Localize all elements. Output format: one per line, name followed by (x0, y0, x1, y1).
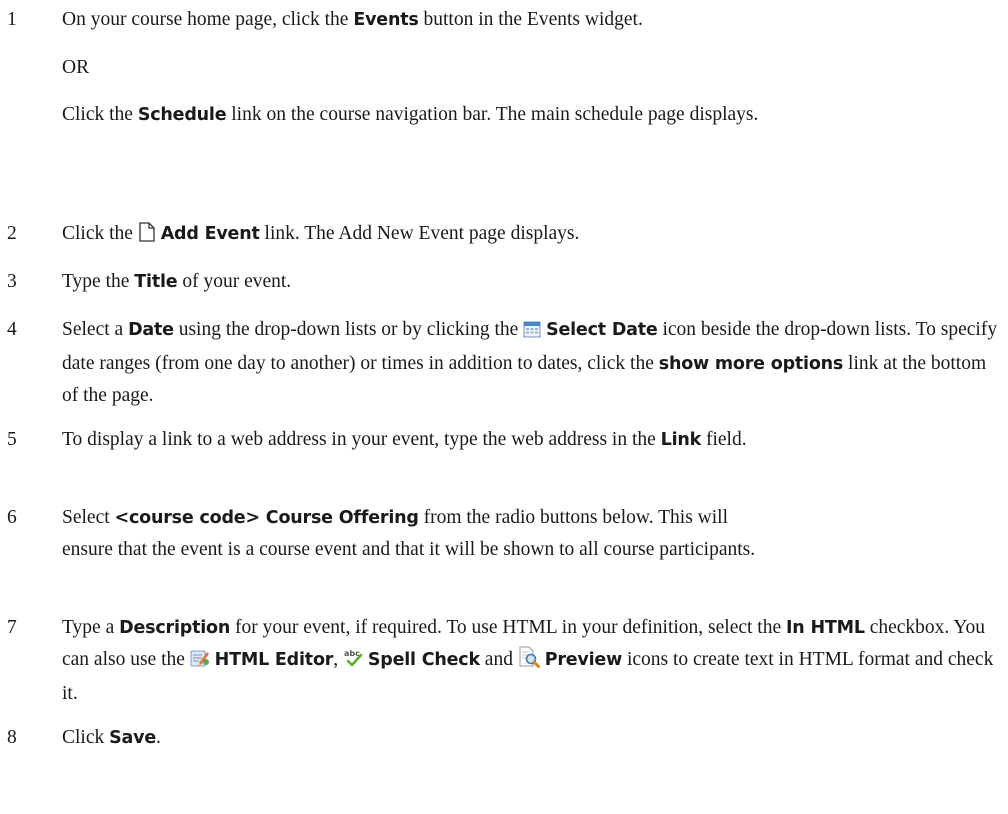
html-editor-icon (190, 647, 210, 678)
step-number: 2 (7, 223, 17, 244)
ui-term-html-editor: HTML Editor (214, 650, 334, 670)
step-number: 8 (7, 727, 17, 748)
ui-term-save: Save (109, 728, 157, 748)
ui-term-description: Description (119, 618, 231, 638)
ui-term-title: Title (134, 272, 178, 292)
step-number: 3 (7, 271, 17, 292)
step-line: On your course home page, click the Even… (62, 9, 643, 30)
step-text: Type a Description for your event, if re… (62, 617, 994, 704)
ui-term-in-html: In HTML (786, 618, 865, 638)
spell-check-icon: abc (343, 647, 363, 678)
ui-term-events: Events (353, 10, 419, 30)
preview-magnifier-icon (518, 646, 540, 678)
ui-term-schedule: Schedule (137, 105, 227, 125)
step-number: 7 (7, 617, 17, 638)
blank-page-icon (138, 221, 156, 252)
step-text: Click Save. (62, 727, 161, 748)
ui-term-link: Link (660, 430, 702, 450)
step-number: 1 (7, 9, 17, 30)
step-number: 6 (7, 507, 17, 528)
ui-term-show-more-options: show more options (658, 354, 844, 374)
calendar-icon (523, 317, 541, 348)
step-text: On your course home page, click the Even… (62, 4, 1002, 131)
ui-term-select-date: Select Date (546, 320, 658, 340)
step-text: Type the Title of your event. (62, 271, 292, 292)
ui-term-spell-check: Spell Check (367, 650, 480, 670)
step-text: To display a link to a web address in yo… (62, 429, 747, 450)
ui-term-date: Date (128, 320, 174, 340)
step-number: 5 (7, 429, 17, 450)
ui-term-add-event: Add Event (160, 224, 260, 244)
ui-term-course-offering: <course code> Course Offering (114, 508, 419, 528)
step-text: Select <course code> Course Offering fro… (62, 507, 756, 560)
step-number: 4 (7, 319, 17, 340)
step-text: Click the Add Event link. The Add New Ev… (62, 218, 1002, 252)
step-line: Click the Schedule link on the course na… (62, 104, 759, 125)
svg-text:abc: abc (344, 649, 360, 658)
ui-term-preview: Preview (544, 650, 623, 670)
step-text: Select a Date using the drop-down lists … (62, 317, 998, 406)
or-separator: OR (62, 57, 90, 78)
